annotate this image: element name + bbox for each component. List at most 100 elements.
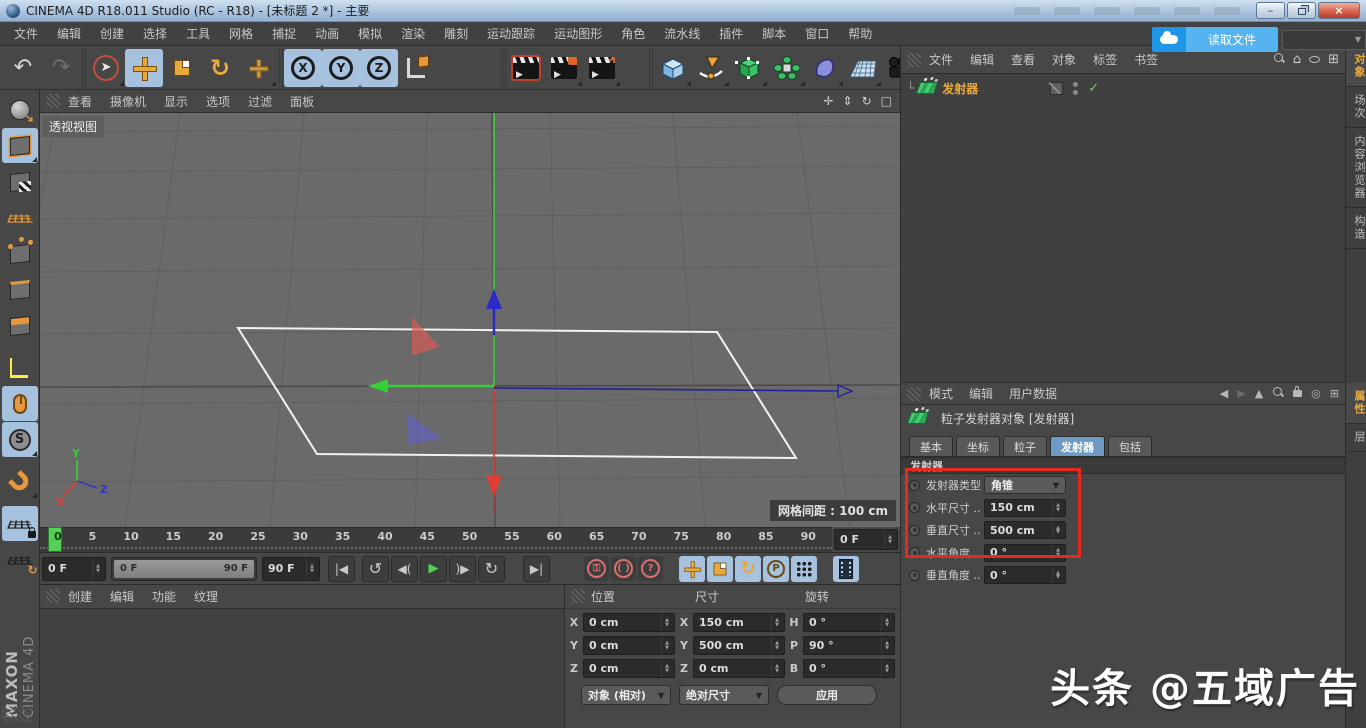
material-list-empty[interactable] [40,609,564,727]
panel-grip[interactable] [907,53,921,67]
apply-button[interactable]: 应用 [777,685,877,705]
snap-button[interactable]: S [2,422,38,457]
dock-tab-takes[interactable]: 场次 [1346,87,1366,128]
am-lock-icon[interactable] [1293,390,1302,397]
menu-tools[interactable]: 工具 [186,25,210,42]
stepper-icon[interactable]: ▲▼ [884,530,892,549]
magnet-snap-button[interactable] [2,464,38,499]
next-key-button[interactable]: )▶ [449,556,476,582]
panel-grip[interactable] [46,589,60,603]
key-scale-button[interactable] [707,556,733,582]
goto-end-button[interactable]: ▶| [523,556,550,582]
menu-pipeline[interactable]: 流水线 [664,25,700,42]
am-menu-mode[interactable]: 模式 [929,385,953,402]
vp-menu-camera[interactable]: 摄像机 [110,93,146,110]
om-menu-file[interactable]: 文件 [929,51,953,68]
autokey-button[interactable]: ( ) [611,556,636,581]
generators-button[interactable] [768,49,806,87]
keyframe-radio-icon[interactable] [909,525,920,536]
panel-grip[interactable] [46,94,60,108]
vp-menu-view[interactable]: 查看 [68,93,92,110]
render-picture-viewer-button[interactable] [545,49,583,87]
menu-motion-tracker[interactable]: 运动跟踪 [487,25,535,42]
om-menu-tags[interactable]: 标签 [1093,51,1117,68]
play-loop-button[interactable]: ↻ [478,556,505,582]
horizontal-size-field[interactable]: 150 cm▲▼ [984,499,1066,517]
polygons-mode-button[interactable] [2,308,38,343]
panel-grip[interactable] [571,589,585,603]
frame-range-slider[interactable]: 0 F 90 F [111,557,257,581]
move-tool-button[interactable] [125,49,163,87]
subdivision-surface-button[interactable] [730,49,768,87]
texture-mode-button[interactable] [2,164,38,199]
vp-zoom-icon[interactable]: ⇕ [843,94,853,108]
y-axis-lock-button[interactable]: Y [322,49,360,87]
play-reverse-button[interactable]: ↺ [362,556,389,582]
lock-workplane-button[interactable] [2,506,38,541]
timeline-ruler[interactable]: 0 5 10 15 20 25 30 35 40 45 50 55 60 65 … [40,527,832,552]
coordinate-system-button[interactable] [398,49,436,87]
dock-tab-layers[interactable]: 层 [1346,424,1366,452]
keyframe-selection-button[interactable]: ? [638,556,663,581]
menu-help[interactable]: 帮助 [848,25,872,42]
dock-tab-objects[interactable]: 对象 [1346,46,1366,87]
size-y-field[interactable]: 500 cm▲▼ [693,636,785,655]
am-target-icon[interactable]: ◎ [1311,387,1321,400]
menu-select[interactable]: 选择 [143,25,167,42]
panel-grip[interactable] [907,387,921,401]
pos-z-field[interactable]: 0 cm▲▼ [583,659,675,678]
am-back-icon[interactable]: ◀ [1220,387,1228,400]
pla-button[interactable] [833,556,859,582]
record-keyframe-button[interactable]: ⚿ [584,556,609,581]
make-editable-button[interactable] [2,92,38,127]
enabled-check-icon[interactable]: ✓ [1088,81,1099,96]
vp-rotate-icon[interactable]: ↻ [862,94,872,108]
om-path-icon[interactable] [1309,56,1320,63]
menu-character[interactable]: 角色 [621,25,645,42]
axis-mode-button[interactable] [2,350,38,385]
vp-menu-display[interactable]: 显示 [164,93,188,110]
ruler-frame-field[interactable]: 0 F ▲▼ [834,529,898,550]
read-file-button[interactable]: 读取文件 [1186,27,1278,52]
dock-tab-content-browser[interactable]: 内容浏览器 [1346,128,1366,208]
tab-include[interactable]: 包括 [1108,436,1152,456]
menu-plugins[interactable]: 插件 [719,25,743,42]
horizontal-angle-field[interactable]: 0 °▲▼ [984,544,1066,562]
z-axis-lock-button[interactable]: Z [360,49,398,87]
key-rotation-button[interactable]: ↻ [735,556,761,582]
add-spline-button[interactable] [692,49,730,87]
previous-key-button[interactable]: ◀( [391,556,418,582]
menu-mograph[interactable]: 运动图形 [554,25,602,42]
rot-b-field[interactable]: 0 °▲▼ [803,659,895,678]
model-mode-button[interactable] [2,128,38,163]
key-parameter-button[interactable]: P [763,556,789,582]
coordinate-mode-dropdown[interactable]: 对象 (相对)▼ [581,685,671,705]
environment-button[interactable] [844,49,882,87]
keyframe-radio-icon[interactable] [909,502,920,513]
tab-basic[interactable]: 基本 [909,436,953,456]
workplane-mode-button[interactable] [2,200,38,235]
minimize-button[interactable]: – [1256,2,1285,19]
emitter-type-dropdown[interactable]: 角锥▼ [984,476,1066,494]
om-home-icon[interactable]: ⌂ [1293,52,1301,67]
mat-menu-create[interactable]: 创建 [68,588,92,605]
rot-p-field[interactable]: 90 °▲▼ [803,636,895,655]
stepper-icon[interactable]: ▲▼ [306,558,314,580]
visibility-toggles[interactable] [1073,82,1078,95]
key-pla-points-button[interactable] [791,556,817,582]
om-search-icon[interactable] [1273,52,1285,68]
tab-particle[interactable]: 粒子 [1003,436,1047,456]
menu-sculpt[interactable]: 雕刻 [444,25,468,42]
object-row-emitter[interactable]: └ 发射器 ✓ [907,78,1099,98]
key-position-button[interactable] [679,556,705,582]
layer-color-toggle[interactable] [1050,82,1063,95]
vp-maximize-icon[interactable]: □ [881,94,892,108]
om-menu-view[interactable]: 查看 [1011,51,1035,68]
close-button[interactable]: × [1318,2,1360,19]
stepper-icon[interactable]: ▲▼ [92,558,100,580]
keyframe-radio-icon[interactable] [909,570,920,581]
om-menu-bookmarks[interactable]: 书签 [1134,51,1158,68]
dock-tab-structure[interactable]: 构造 [1346,208,1366,249]
deformers-button[interactable] [806,49,844,87]
am-menu-edit[interactable]: 编辑 [969,385,993,402]
